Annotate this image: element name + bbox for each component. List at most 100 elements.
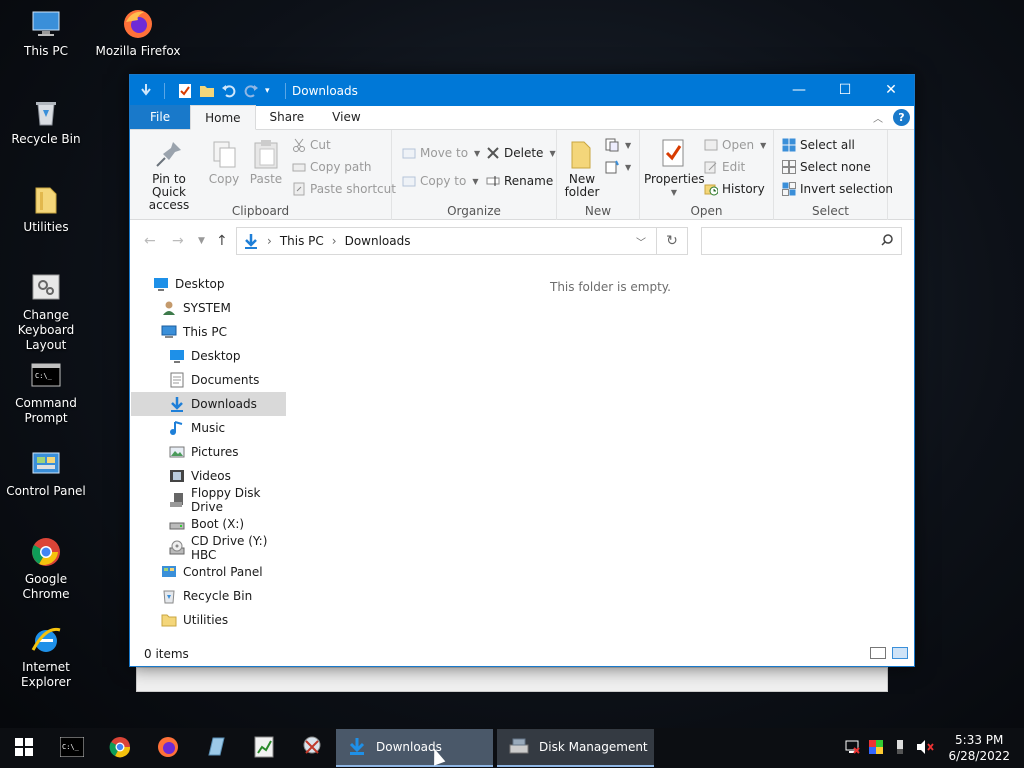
chevron-down-icon[interactable]: ▼ <box>198 236 205 246</box>
desktop-icon-keyboard-layout[interactable]: Change Keyboard Layout <box>0 272 92 353</box>
taskbar-task-downloads[interactable]: Downloads <box>336 729 493 767</box>
cut-button[interactable]: Cut <box>292 138 331 152</box>
pin-to-quick-access-button[interactable]: Pin to Quick access <box>136 138 202 212</box>
display-icon[interactable] <box>868 739 884 758</box>
easy-access-button[interactable]: ▼ <box>605 160 631 174</box>
move-to-button[interactable]: Move to ▼ <box>402 146 480 160</box>
nav-item-floppy[interactable]: Floppy Disk Drive <box>131 486 286 514</box>
rename-button[interactable]: Rename <box>486 174 553 188</box>
large-icons-view-icon[interactable] <box>892 647 908 659</box>
start-button[interactable] <box>0 728 48 768</box>
details-view-icon[interactable] <box>870 647 886 659</box>
taskbar-command-prompt[interactable]: C:\_ <box>48 728 96 768</box>
desktop-icon-this-pc[interactable]: This PC <box>0 8 92 59</box>
explorer-window[interactable]: ▾ Downloads — ☐ ✕ File Home Share View ︿… <box>129 74 915 667</box>
control-panel-icon <box>161 564 177 580</box>
copy-to-button[interactable]: Copy to ▼ <box>402 174 478 188</box>
breadcrumb-this-pc[interactable]: This PC <box>280 234 324 248</box>
select-all-label: Select all <box>800 138 855 152</box>
desktop-icon-ie[interactable]: Internet Explorer <box>0 624 92 690</box>
search-input[interactable] <box>701 227 902 255</box>
desktop-icon-chrome[interactable]: Google Chrome <box>0 536 92 602</box>
desktop-icon-recycle-bin[interactable]: Recycle Bin <box>0 96 92 147</box>
new-folder-button[interactable]: New folder <box>561 138 603 199</box>
quick-access-toolbar: ▾ <box>130 82 292 99</box>
taskbar-chrome[interactable] <box>96 728 144 768</box>
nav-item-utilities[interactable]: Utilities <box>131 608 286 632</box>
nav-item-control-panel[interactable]: Control Panel <box>131 560 286 584</box>
videos-icon <box>169 468 185 484</box>
refresh-button[interactable]: ↻ <box>657 227 688 255</box>
up-button[interactable]: ↑ <box>216 233 228 249</box>
help-icon[interactable]: ? <box>893 109 910 126</box>
desktop-icon-command-prompt[interactable]: C:\_ Command Prompt <box>0 360 92 426</box>
copy-path-button[interactable]: Copy path <box>292 160 372 174</box>
nav-item-documents[interactable]: Documents <box>131 368 286 392</box>
delete-button[interactable]: Delete ▼ <box>486 146 556 160</box>
taskbar-firefox[interactable] <box>144 728 192 768</box>
tab-file[interactable]: File <box>130 105 191 129</box>
desktop-icon-firefox[interactable]: Mozilla Firefox <box>92 8 184 59</box>
nav-item-this-pc[interactable]: This PC <box>131 320 286 344</box>
nav-item-pictures[interactable]: Pictures <box>131 440 286 464</box>
downloads-icon <box>243 233 259 249</box>
chevron-right-icon: › <box>331 234 337 248</box>
documents-icon <box>169 372 185 388</box>
tab-view[interactable]: View <box>318 105 374 129</box>
desktop-icon-label: Google Chrome <box>22 572 70 601</box>
new-folder-icon[interactable] <box>199 83 215 99</box>
clock[interactable]: 5:33 PM 6/28/2022 <box>948 732 1010 764</box>
select-all-button[interactable]: Select all <box>782 138 855 152</box>
paste-button[interactable]: Paste <box>246 138 286 186</box>
chevron-down-icon[interactable]: ﹀ <box>636 234 646 249</box>
chevron-up-icon[interactable]: ︿ <box>873 110 883 125</box>
nav-item-videos[interactable]: Videos <box>131 464 286 488</box>
maximize-button[interactable]: ☐ <box>822 75 868 105</box>
nav-label: Boot (X:) <box>191 517 245 531</box>
select-none-button[interactable]: Select none <box>782 160 871 174</box>
taskbar-app-chart[interactable] <box>240 728 288 768</box>
edit-button[interactable]: Edit <box>704 160 745 174</box>
back-button[interactable]: ← <box>144 233 156 249</box>
nav-item-system[interactable]: SYSTEM <box>131 296 286 320</box>
forward-button[interactable]: → <box>172 233 184 249</box>
taskbar-app-glass[interactable] <box>192 728 240 768</box>
clock-time: 5:33 PM <box>955 733 1004 747</box>
open-button[interactable]: Open ▼ <box>704 138 766 152</box>
taskbar-app-snip[interactable] <box>288 728 336 768</box>
history-button[interactable]: History <box>704 182 765 196</box>
address-bar[interactable]: › This PC › Downloads ﹀ <box>236 227 657 255</box>
firefox-icon <box>122 8 154 40</box>
undo-icon[interactable] <box>221 83 237 99</box>
nav-item-desktop[interactable]: Desktop <box>131 272 286 296</box>
chevron-down-icon[interactable]: ▾ <box>265 83 275 99</box>
chevron-down-icon: ▼ <box>472 176 479 186</box>
title-bar[interactable]: ▾ Downloads — ☐ ✕ <box>130 75 914 106</box>
properties-button[interactable]: Properties ▼ <box>644 138 705 199</box>
nav-item-boot-drive[interactable]: Boot (X:) <box>131 512 286 536</box>
minimize-button[interactable]: — <box>776 75 822 105</box>
search-icon <box>881 234 893 249</box>
usb-icon[interactable] <box>892 739 908 758</box>
new-item-button[interactable]: ▼ <box>605 138 631 152</box>
taskbar-task-disk-management[interactable]: Disk Management <box>497 729 654 767</box>
desktop-icon-utilities[interactable]: Utilities <box>0 184 92 235</box>
properties-icon[interactable] <box>177 83 193 99</box>
redo-icon[interactable] <box>243 83 259 99</box>
desktop-icon-control-panel[interactable]: Control Panel <box>0 448 92 499</box>
nav-item-cd-drive[interactable]: CD Drive (Y:) HBC <box>131 534 286 562</box>
nav-item-downloads[interactable]: Downloads <box>131 392 286 416</box>
tab-share[interactable]: Share <box>256 105 319 129</box>
invert-selection-button[interactable]: Invert selection <box>782 182 893 196</box>
copy-button[interactable]: Copy <box>204 138 244 186</box>
volume-muted-icon[interactable] <box>916 739 935 758</box>
paste-shortcut-button[interactable]: Paste shortcut <box>292 182 396 196</box>
breadcrumb-downloads[interactable]: Downloads <box>345 234 411 248</box>
tab-home[interactable]: Home <box>190 105 256 130</box>
close-button[interactable]: ✕ <box>868 75 914 105</box>
nav-item-desktop-pc[interactable]: Desktop <box>131 344 286 368</box>
nav-item-music[interactable]: Music <box>131 416 286 440</box>
command-prompt-icon: C:\_ <box>59 736 85 760</box>
network-icon[interactable] <box>844 739 861 758</box>
nav-item-recycle-bin[interactable]: Recycle Bin <box>131 584 286 608</box>
